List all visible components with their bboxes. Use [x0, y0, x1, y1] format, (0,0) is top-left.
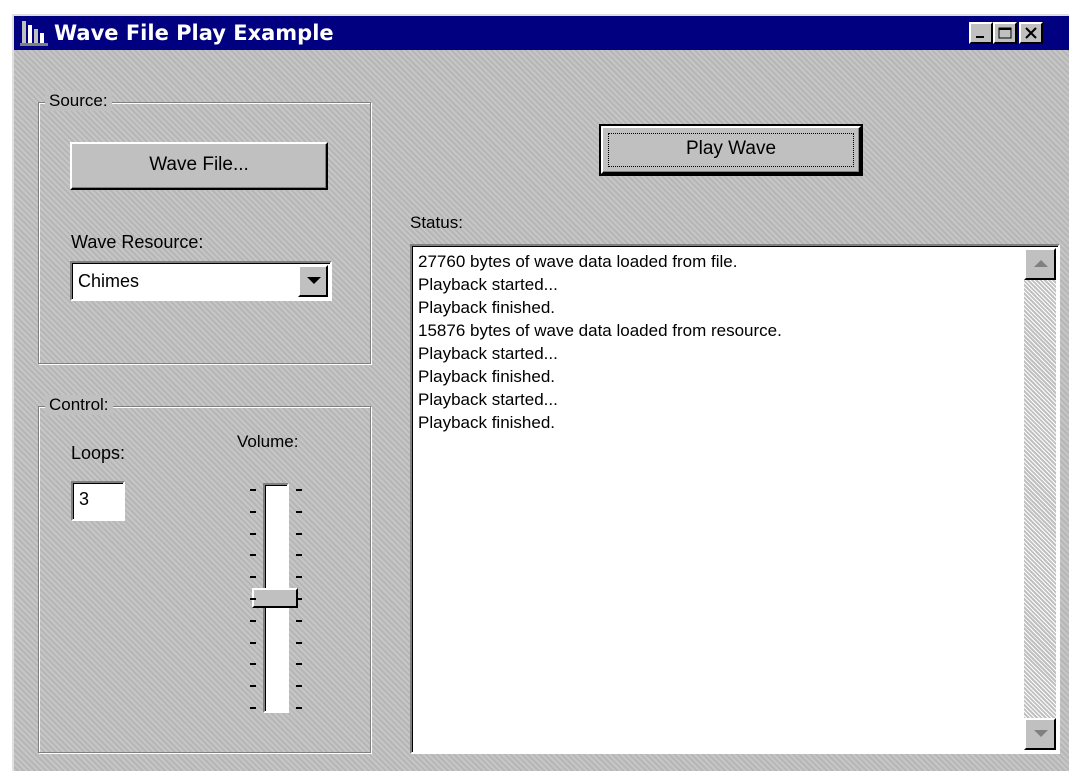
wave-file-button[interactable]: Wave File...	[70, 142, 328, 190]
window-title: Wave File Play Example	[54, 21, 334, 45]
slider-tick	[250, 642, 256, 644]
slider-tick	[250, 663, 256, 665]
wave-resource-selected: Chimes	[78, 271, 140, 291]
slider-tick	[296, 598, 302, 600]
dropdown-arrow-button[interactable]	[298, 265, 328, 297]
wave-resource-label: Wave Resource:	[71, 232, 204, 252]
slider-tick	[250, 685, 256, 687]
status-line: Playback started...	[418, 275, 558, 294]
wave-resource-dropdown[interactable]: Chimes	[70, 261, 332, 301]
status-line: 15876 bytes of wave data loaded from res…	[418, 321, 782, 340]
status-line: 27760 bytes of wave data loaded from fil…	[418, 252, 738, 271]
loops-input[interactable]: 3	[71, 481, 125, 521]
status-scrollbar[interactable]	[1024, 248, 1056, 750]
status-listbox[interactable]: 27760 bytes of wave data loaded from fil…	[410, 244, 1060, 754]
scroll-up-button[interactable]	[1024, 248, 1056, 280]
top-strip	[0, 0, 1069, 14]
control-group-label: Control:	[45, 395, 113, 415]
maximize-button[interactable]	[993, 22, 1017, 44]
scroll-up-arrow-icon	[1034, 260, 1048, 267]
slider-tick	[250, 554, 256, 556]
slider-tick	[296, 489, 302, 491]
minimize-button[interactable]	[969, 22, 993, 44]
slider-tick	[296, 620, 302, 622]
app-icon[interactable]	[20, 19, 50, 47]
slider-tick	[296, 663, 302, 665]
chevron-down-icon	[307, 277, 321, 284]
slider-tick	[250, 620, 256, 622]
volume-label: Volume:	[237, 432, 299, 451]
status-label: Status:	[410, 213, 463, 232]
volume-slider-thumb[interactable]	[252, 588, 298, 608]
slider-tick	[250, 598, 256, 600]
slider-tick	[296, 554, 302, 556]
source-group-label: Source:	[45, 91, 112, 111]
loops-value: 3	[79, 489, 90, 509]
status-lines: 27760 bytes of wave data loaded from fil…	[418, 250, 782, 434]
title-bar[interactable]: Wave File Play Example	[14, 16, 1069, 50]
status-line: Playback started...	[418, 344, 558, 363]
play-wave-button[interactable]: Play Wave	[599, 124, 863, 176]
main-window: Wave File Play Example Source: Wave File…	[12, 14, 1069, 771]
status-line: Playback started...	[418, 390, 558, 409]
slider-tick	[296, 576, 302, 578]
slider-tick	[296, 685, 302, 687]
slider-tick	[296, 642, 302, 644]
slider-tick	[296, 511, 302, 513]
slider-tick	[250, 576, 256, 578]
status-line: Playback finished.	[418, 367, 556, 386]
volume-slider[interactable]	[236, 479, 316, 719]
scroll-down-button[interactable]	[1024, 718, 1056, 750]
minimize-icon	[976, 36, 984, 38]
status-line: Playback finished.	[418, 413, 556, 432]
close-icon	[1025, 27, 1037, 39]
slider-tick	[250, 533, 256, 535]
scroll-down-arrow-icon	[1034, 730, 1048, 737]
slider-tick	[296, 707, 302, 709]
close-button[interactable]	[1019, 22, 1043, 44]
focus-rect	[608, 133, 854, 167]
slider-tick	[250, 707, 256, 709]
slider-tick	[296, 533, 302, 535]
slider-tick	[250, 511, 256, 513]
maximize-icon	[998, 27, 1012, 39]
loops-label: Loops:	[71, 443, 126, 463]
slider-tick	[250, 489, 256, 491]
status-line: Playback finished.	[418, 298, 556, 317]
